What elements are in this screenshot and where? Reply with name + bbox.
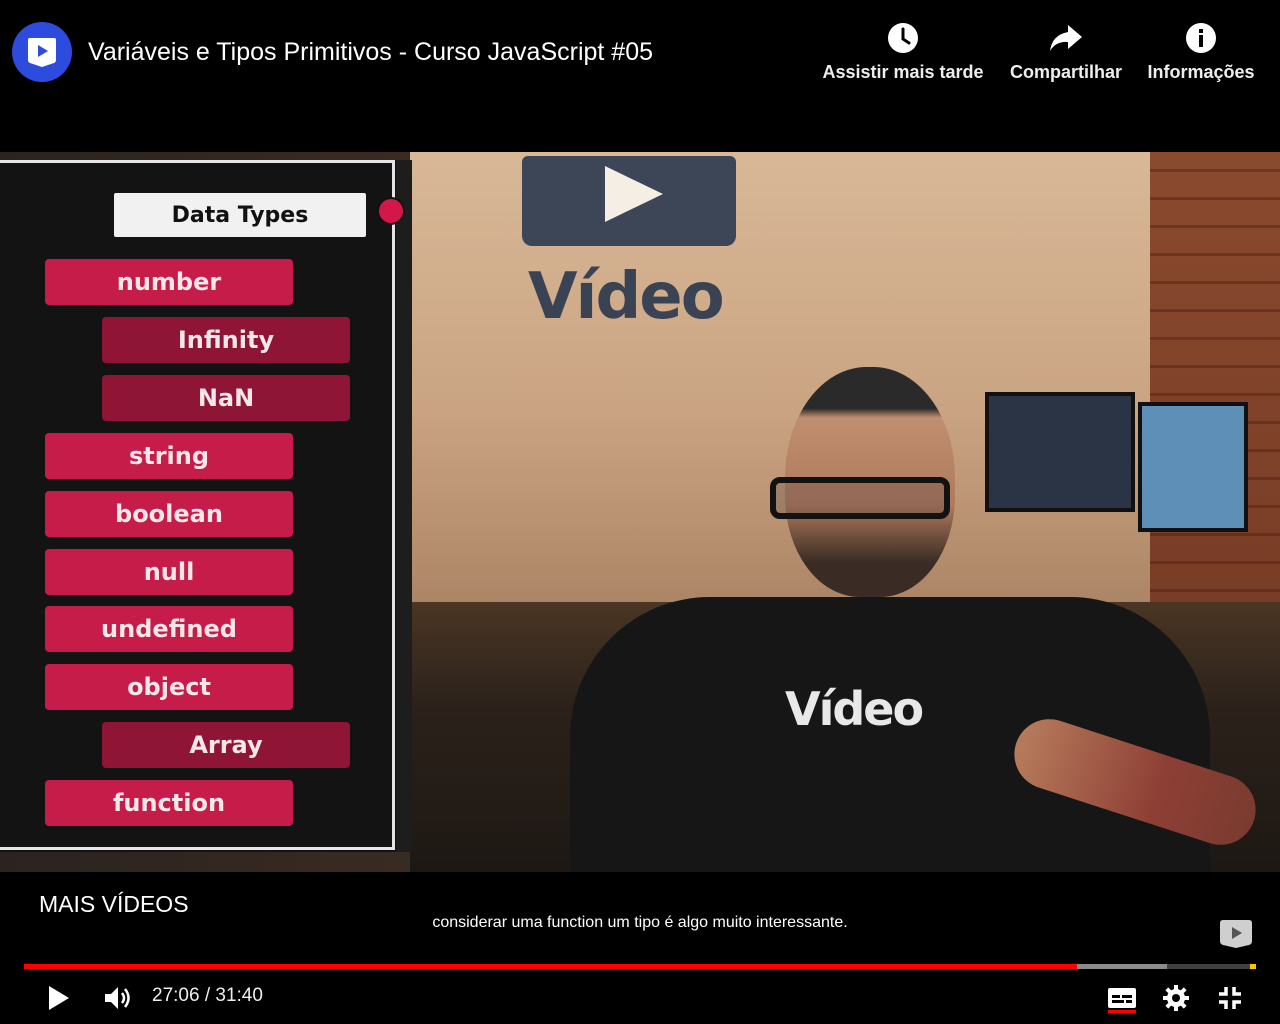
scene-play-icon — [605, 166, 663, 222]
gear-icon — [1163, 985, 1189, 1011]
progress-bar[interactable] — [24, 964, 1256, 969]
presenter — [570, 367, 1265, 872]
video-frame[interactable]: Vídeo Vídeo Data Types number Infinity N… — [0, 152, 1280, 872]
subtitles-icon — [1108, 988, 1136, 1008]
data-type-chip: string — [45, 433, 293, 479]
record-dot-icon — [379, 199, 403, 223]
channel-watermark-icon[interactable] — [1216, 917, 1256, 949]
data-type-chip: number — [45, 259, 293, 305]
video-title[interactable]: Variáveis e Tipos Primitivos - Curso Jav… — [88, 38, 653, 67]
share-label: Compartilhar — [1009, 62, 1123, 82]
data-types-header: Data Types — [114, 193, 366, 237]
watch-later-button[interactable]: Assistir mais tarde — [819, 18, 987, 83]
subtitle-caption: considerar uma function um tipo é algo m… — [432, 914, 848, 931]
shirt-logo-text: Vídeo — [785, 682, 924, 736]
data-type-chip: Array — [102, 722, 350, 768]
data-type-chip: object — [45, 664, 293, 710]
progress-end-marker — [1250, 964, 1256, 969]
play-button[interactable] — [40, 980, 76, 1016]
time-display: 27:06 / 31:40 — [152, 985, 263, 1006]
volume-button[interactable] — [100, 980, 138, 1016]
settings-button[interactable] — [1158, 980, 1194, 1016]
data-type-chip: undefined — [45, 606, 293, 652]
clock-icon — [886, 18, 920, 58]
exit-fullscreen-button[interactable] — [1212, 980, 1248, 1016]
exit-fullscreen-icon — [1219, 987, 1241, 1009]
data-type-chip: function — [45, 780, 293, 826]
data-type-chip: NaN — [102, 375, 350, 421]
data-type-chip: Infinity — [102, 317, 350, 363]
top-bar: Variáveis e Tipos Primitivos - Curso Jav… — [0, 0, 1280, 110]
share-button[interactable]: Compartilhar — [1007, 18, 1125, 83]
info-label: Informações — [1147, 62, 1255, 82]
presenter-glasses — [770, 477, 950, 519]
channel-logo-icon[interactable] — [12, 22, 72, 82]
scene-brand-text: Vídeo — [528, 260, 725, 334]
info-button[interactable]: Informações — [1145, 18, 1257, 83]
data-type-chip: boolean — [45, 491, 293, 537]
watch-later-label: Assistir mais tarde — [822, 62, 984, 82]
volume-icon — [105, 987, 130, 1009]
share-arrow-icon — [1048, 18, 1084, 58]
info-icon — [1184, 18, 1218, 58]
subtitles-active-indicator — [1108, 1010, 1136, 1013]
play-icon — [49, 986, 69, 1010]
progress-played — [24, 964, 1078, 969]
data-type-chip: null — [45, 549, 293, 595]
